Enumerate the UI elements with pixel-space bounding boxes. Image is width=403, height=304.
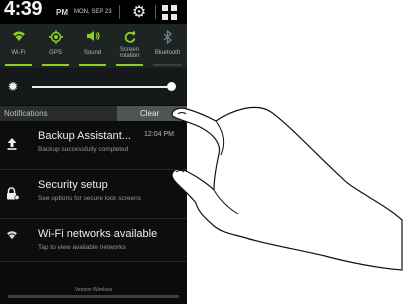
gesture-hand-illustration: [171, 106, 403, 271]
